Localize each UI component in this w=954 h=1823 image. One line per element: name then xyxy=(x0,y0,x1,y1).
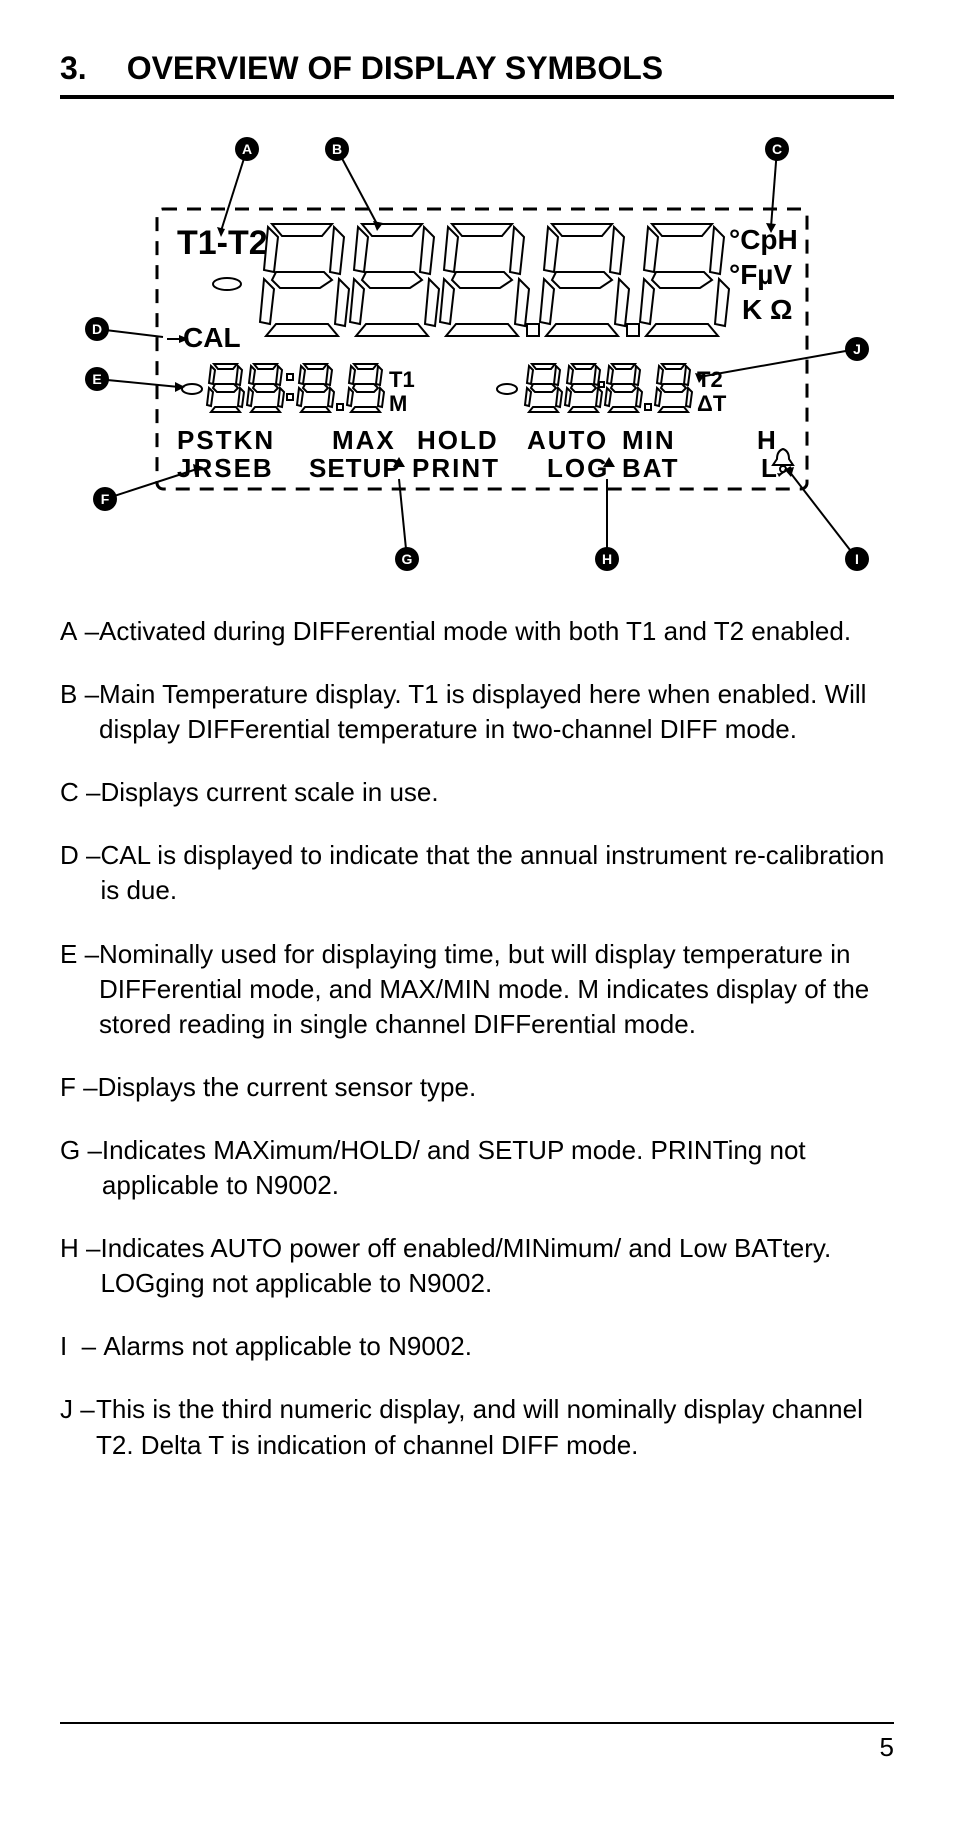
legend-letter: I – xyxy=(60,1329,96,1364)
svg-text:A: A xyxy=(242,141,252,157)
svg-text:D: D xyxy=(92,321,102,337)
lcd-diagram-svg: T1-T2 CAL xyxy=(77,129,877,579)
legend-item-D: D – CAL is displayed to indicate that th… xyxy=(60,838,894,908)
legend-text: Alarms not applicable to N9002. xyxy=(96,1329,894,1364)
minus-sign-small-right xyxy=(497,384,517,394)
main-digit-group xyxy=(260,224,729,336)
legend-text: Main Temperature display. T1 is displaye… xyxy=(99,677,894,747)
svg-text:B: B xyxy=(332,141,342,157)
document-page: 3. OVERVIEW OF DISPLAY SYMBOLS T1-T2 CAL xyxy=(0,0,954,1823)
legend-item-E: E – Nominally used for displaying time, … xyxy=(60,937,894,1042)
callout-C: C xyxy=(765,137,789,233)
legend-letter: B – xyxy=(60,677,99,747)
callout-B: B xyxy=(325,137,383,231)
legend-letter: E – xyxy=(60,937,99,1042)
page-number: 5 xyxy=(60,1732,894,1763)
legend-text: Nominally used for displaying time, but … xyxy=(99,937,894,1042)
legend-letter: F – xyxy=(60,1070,98,1105)
label-print: PRINT xyxy=(412,453,500,483)
label-setup: SETUP xyxy=(309,453,401,483)
legend-text: Indicates MAXimum/HOLD/ and SETUP mode. … xyxy=(102,1133,894,1203)
label-fuv: °FµV xyxy=(729,259,792,290)
legend-item-H: H – Indicates AUTO power off enabled/MIN… xyxy=(60,1231,894,1301)
callout-D: D xyxy=(85,317,163,341)
legend: A – Activated during DIFFerential mode w… xyxy=(60,614,894,1463)
legend-letter: D – xyxy=(60,838,100,908)
legend-item-I: I – Alarms not applicable to N9002. xyxy=(60,1329,894,1364)
label-pstkn: PSTKN xyxy=(177,425,275,455)
svg-text:E: E xyxy=(92,371,101,387)
label-l: L xyxy=(761,453,777,483)
svg-text:H: H xyxy=(602,551,612,567)
label-kohm: K Ω xyxy=(742,294,792,325)
legend-letter: H – xyxy=(60,1231,100,1301)
label-log: LOG xyxy=(547,453,609,483)
label-dt: ΔT xyxy=(697,391,727,416)
footer-rule xyxy=(60,1722,894,1724)
svg-text:F: F xyxy=(101,491,110,507)
label-hold: HOLD xyxy=(417,425,499,455)
callout-H: H xyxy=(595,479,619,571)
display-diagram: T1-T2 CAL xyxy=(60,129,894,584)
section-number: 3. xyxy=(60,50,87,87)
legend-item-A: A – Activated during DIFFerential mode w… xyxy=(60,614,894,649)
minus-sign-main xyxy=(213,278,241,290)
label-cal: CAL xyxy=(183,322,241,353)
legend-text: Displays the current sensor type. xyxy=(98,1070,894,1105)
legend-item-G: G – Indicates MAXimum/HOLD/ and SETUP mo… xyxy=(60,1133,894,1203)
heading-rule xyxy=(60,95,894,99)
svg-text:I: I xyxy=(855,551,859,567)
label-m: M xyxy=(389,391,407,416)
label-auto: AUTO xyxy=(527,425,608,455)
legend-letter: G – xyxy=(60,1133,102,1203)
callout-G: G xyxy=(395,479,419,571)
small-digits-right xyxy=(525,364,692,412)
legend-item-B: B – Main Temperature display. T1 is disp… xyxy=(60,677,894,747)
callout-E: E xyxy=(85,367,185,392)
svg-text:J: J xyxy=(853,341,861,357)
legend-text: Displays current scale in use. xyxy=(100,775,894,810)
legend-text: Indicates AUTO power off enabled/MINimum… xyxy=(100,1231,894,1301)
legend-text: Activated during DIFFerential mode with … xyxy=(99,614,894,649)
label-max: MAX xyxy=(332,425,396,455)
svg-text:C: C xyxy=(772,141,782,157)
legend-item-J: J – This is the third numeric display, a… xyxy=(60,1392,894,1462)
label-bat: BAT xyxy=(622,453,680,483)
label-h: H xyxy=(757,425,776,455)
small-digits-left xyxy=(207,364,384,412)
page-footer: 5 xyxy=(60,1714,894,1763)
legend-text: This is the third numeric display, and w… xyxy=(96,1392,894,1462)
callout-I: I xyxy=(784,467,869,571)
legend-letter: A – xyxy=(60,614,99,649)
label-t1: T1 xyxy=(389,367,415,392)
minus-sign-small-left xyxy=(182,384,202,394)
legend-item-C: C – Displays current scale in use. xyxy=(60,775,894,810)
label-chp: °CpH xyxy=(729,224,798,255)
label-min: MIN xyxy=(622,425,676,455)
section-title: OVERVIEW OF DISPLAY SYMBOLS xyxy=(127,50,663,87)
legend-text: CAL is displayed to indicate that the an… xyxy=(100,838,894,908)
label-jrseb: JRSEB xyxy=(177,453,274,483)
svg-text:G: G xyxy=(402,551,413,567)
legend-letter: J – xyxy=(60,1392,96,1462)
legend-letter: C – xyxy=(60,775,100,810)
legend-item-F: F – Displays the current sensor type. xyxy=(60,1070,894,1105)
section-heading: 3. OVERVIEW OF DISPLAY SYMBOLS xyxy=(60,50,894,87)
callout-A: A xyxy=(217,137,259,237)
